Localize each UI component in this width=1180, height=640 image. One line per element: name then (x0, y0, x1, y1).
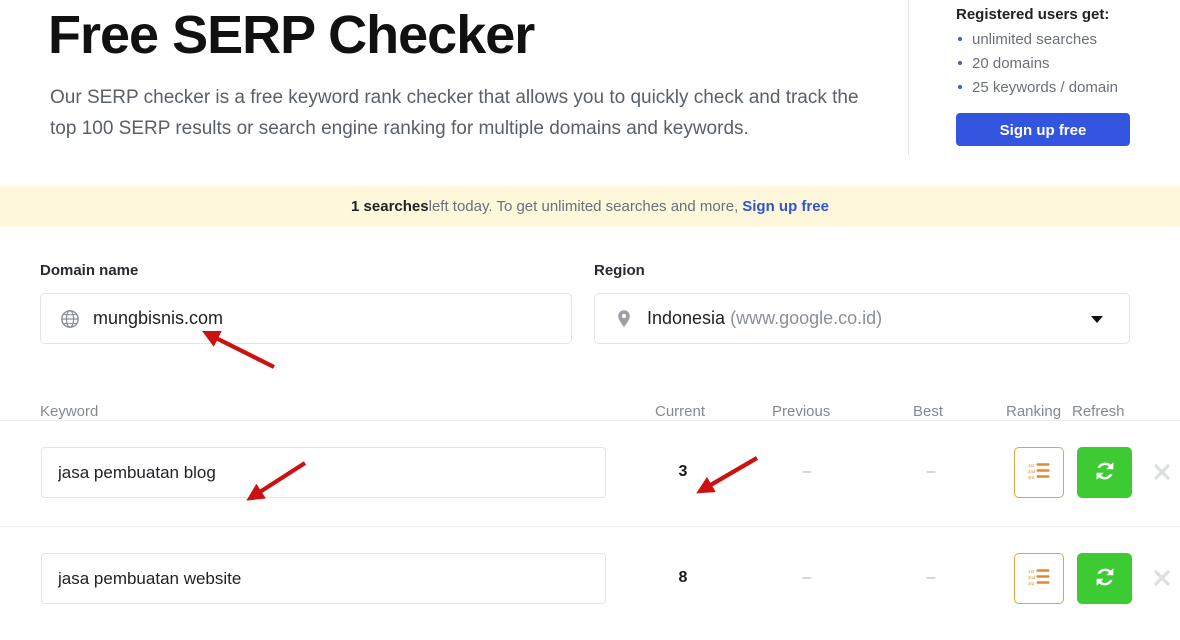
svg-text:1st: 1st (1028, 463, 1035, 468)
globe-icon (59, 308, 81, 330)
domain-name-label: Domain name (40, 262, 139, 279)
benefit-label: 20 domains (972, 55, 1050, 72)
list-icon: 1st 2nd 3rd (1028, 567, 1050, 590)
list-icon: 1st 2nd 3rd (1028, 461, 1050, 484)
registered-users-panel: Registered users get: unlimited searches… (956, 6, 1156, 146)
domain-name-value[interactable]: mungbisnis.com (93, 308, 223, 329)
list-item: 25 keywords / domain (956, 76, 1156, 100)
svg-text:2nd: 2nd (1028, 575, 1036, 580)
table-row: 8 – – 1st 2nd 3rd (0, 526, 1180, 632)
list-item: unlimited searches (956, 28, 1156, 52)
column-header-keyword: Keyword (40, 403, 99, 420)
previous-rank-value: – (802, 463, 812, 480)
svg-text:3rd: 3rd (1028, 475, 1035, 480)
searches-left-text: left today. To get unlimited searches an… (428, 198, 739, 215)
region-select[interactable]: Indonesia (www.google.co.id) (594, 293, 1130, 344)
current-rank-value: 3 (678, 463, 688, 480)
view-ranking-button[interactable]: 1st 2nd 3rd (1014, 447, 1064, 498)
registered-users-title: Registered users get: (956, 6, 1110, 23)
page-description: Our SERP checker is a free keyword rank … (50, 86, 859, 139)
list-item: 20 domains (956, 52, 1156, 76)
column-header-previous: Previous (772, 403, 831, 420)
refresh-icon (1092, 564, 1118, 593)
chevron-down-icon[interactable] (1091, 315, 1103, 323)
bullet-icon (958, 37, 962, 41)
refresh-rank-button[interactable] (1077, 553, 1132, 604)
previous-rank-value: – (802, 569, 812, 586)
benefit-label: 25 keywords / domain (972, 79, 1118, 96)
refresh-rank-button[interactable] (1077, 447, 1132, 498)
current-rank-value: 8 (678, 569, 688, 586)
bullet-icon (958, 61, 962, 65)
remove-keyword-button[interactable] (1150, 461, 1174, 485)
region-label: Region (594, 262, 645, 279)
hero-divider (908, 0, 909, 155)
column-header-refresh: Refresh (1072, 403, 1125, 420)
keywords-table: Keyword Current Previous Best Ranking Re… (0, 367, 1180, 640)
searches-left-banner: 1 searches left today. To get unlimited … (0, 186, 1180, 227)
best-rank-value: – (926, 569, 936, 586)
column-header-current: Current (655, 403, 706, 420)
map-pin-icon (613, 308, 635, 330)
svg-text:3rd: 3rd (1028, 581, 1035, 586)
close-icon (1152, 462, 1172, 485)
keyword-input[interactable] (41, 447, 606, 498)
region-value[interactable]: Indonesia (www.google.co.id) (647, 308, 882, 329)
best-rank-value: – (926, 463, 936, 480)
table-header-row: Keyword Current Previous Best Ranking Re… (0, 367, 1180, 420)
svg-text:2nd: 2nd (1028, 469, 1036, 474)
column-header-best: Best (913, 403, 944, 420)
bullet-icon (958, 85, 962, 89)
banner-sign-up-link[interactable]: Sign up free (742, 198, 829, 215)
page-title: Free SERP Checker (48, 5, 535, 65)
table-row: 3 – – 1st 2nd 3rd (0, 420, 1180, 526)
hero-section: Free SERP Checker Our SERP checker is a … (0, 0, 1180, 186)
hero-text-block: Free SERP Checker Our SERP checker is a … (48, 4, 898, 144)
keyword-input[interactable] (41, 553, 606, 604)
remove-keyword-button[interactable] (1150, 567, 1174, 591)
registered-benefits-list: unlimited searches 20 domains 25 keyword… (956, 28, 1156, 100)
sign-up-free-button[interactable]: Sign up free (956, 113, 1130, 146)
search-form: Domain name mungbisnis.com Region Indone… (0, 227, 1180, 367)
searches-left-count: 1 searches (351, 198, 429, 215)
region-country: Indonesia (647, 308, 726, 328)
close-icon (1152, 568, 1172, 591)
refresh-icon (1092, 458, 1118, 487)
benefit-label: unlimited searches (972, 31, 1098, 48)
svg-text:1st: 1st (1028, 569, 1035, 574)
view-ranking-button[interactable]: 1st 2nd 3rd (1014, 553, 1064, 604)
region-engine: (www.google.co.id) (730, 308, 883, 328)
domain-name-field[interactable]: mungbisnis.com (40, 293, 572, 344)
column-header-ranking: Ranking (1006, 403, 1062, 420)
